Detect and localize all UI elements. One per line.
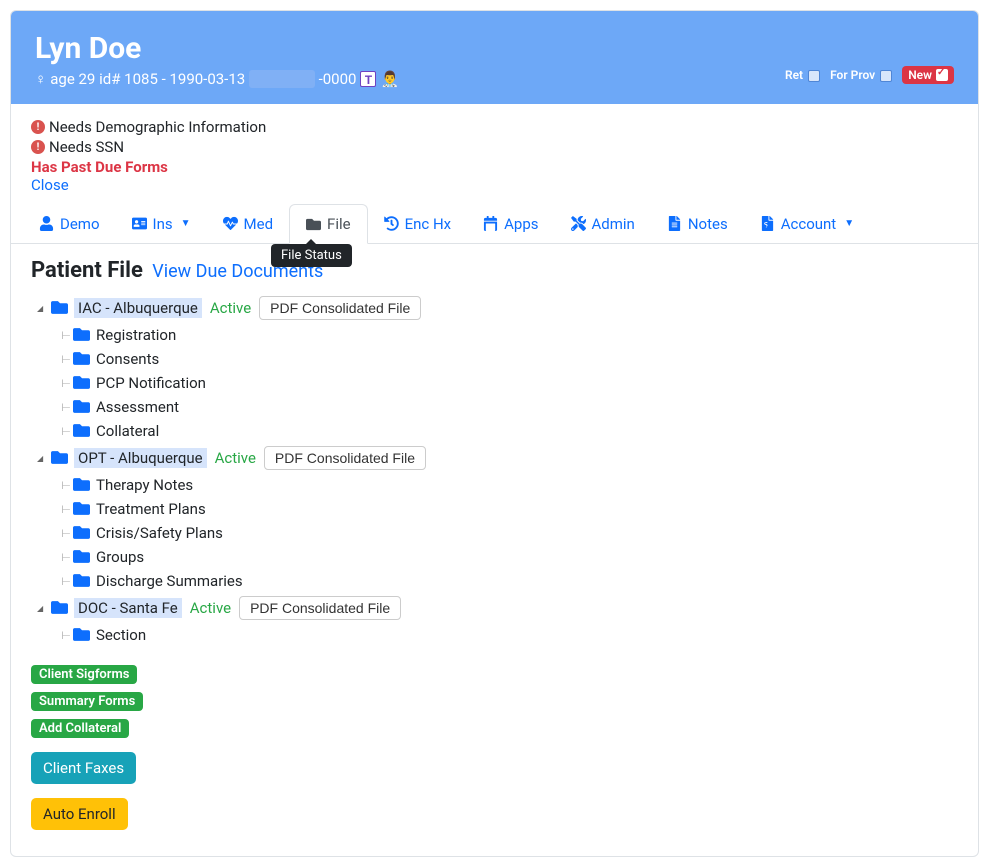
- tree-item[interactable]: ⊢Registration: [37, 323, 958, 347]
- user-icon: [39, 216, 54, 231]
- tab-demo[interactable]: Demo: [23, 204, 116, 243]
- id-card-icon: [132, 216, 147, 231]
- header-right: Ret For Prov New: [785, 66, 954, 88]
- client-sigforms-button[interactable]: Client Sigforms: [31, 665, 137, 684]
- folder-icon: [73, 626, 90, 644]
- calendar-icon: [483, 216, 498, 231]
- tree-item[interactable]: ⊢PCP Notification: [37, 371, 958, 395]
- folder-icon: [73, 548, 90, 566]
- t-icon[interactable]: T: [360, 71, 376, 87]
- folder-icon: [73, 326, 90, 344]
- heartbeat-icon: [223, 216, 238, 231]
- tabs: Demo Ins▼ Med File Enc Hx Apps Admin Not…: [11, 204, 978, 244]
- tree-root-opt[interactable]: ◢ OPT - Albuquerque Active PDF Consolida…: [37, 443, 958, 473]
- alert-demo: !Needs Demographic Information: [31, 118, 958, 136]
- tree-item[interactable]: ⊢Consents: [37, 347, 958, 371]
- status-active: Active: [215, 449, 256, 467]
- tab-apps[interactable]: Apps: [467, 204, 554, 243]
- ssn-redacted: xxx-xx: [249, 70, 314, 88]
- patient-card: Lyn Doe ♀ age 29 id# 1085 - 1990-03-13 x…: [10, 10, 979, 857]
- folder-icon: [73, 500, 90, 518]
- folder-icon: [73, 572, 90, 590]
- gender-icon: ♀: [35, 70, 46, 88]
- patient-meta: ♀ age 29 id# 1085 - 1990-03-13 xxx-xx -0…: [35, 70, 399, 88]
- tree-root-doc[interactable]: ◢ DOC - Santa Fe Active PDF Consolidated…: [37, 593, 958, 623]
- client-faxes-button[interactable]: Client Faxes: [31, 752, 136, 784]
- alert-icon: !: [31, 140, 45, 154]
- status-active: Active: [210, 299, 251, 317]
- file-icon: [667, 216, 682, 231]
- chevron-down-icon: ▼: [844, 218, 854, 229]
- folder-icon: [51, 599, 68, 617]
- tab-ins[interactable]: Ins▼: [116, 204, 207, 243]
- ret-checkbox[interactable]: [808, 70, 820, 82]
- folder-icon: [51, 299, 68, 317]
- tree-item[interactable]: ⊢Section: [37, 623, 958, 647]
- tab-enchx[interactable]: Enc Hx: [368, 204, 468, 243]
- tree-item[interactable]: ⊢Assessment: [37, 395, 958, 419]
- folder-icon: [73, 398, 90, 416]
- tree-root-iac[interactable]: ◢ IAC - Albuquerque Active PDF Consolida…: [37, 293, 958, 323]
- history-icon: [384, 216, 399, 231]
- status-active: Active: [190, 599, 231, 617]
- collapse-icon[interactable]: ◢: [37, 604, 51, 613]
- file-status-tooltip: File Status: [271, 244, 352, 267]
- collapse-icon[interactable]: ◢: [37, 454, 51, 463]
- tree-item[interactable]: ⊢Crisis/Safety Plans: [37, 521, 958, 545]
- meta-prefix: age 29 id# 1085 - 1990-03-13: [50, 70, 245, 88]
- card-body: !Needs Demographic Information !Needs SS…: [11, 104, 978, 856]
- folder-icon: [51, 449, 68, 467]
- new-badge[interactable]: New: [902, 66, 954, 84]
- section-title: Patient File View Due Documents: [31, 258, 958, 283]
- invoice-icon: [760, 216, 775, 231]
- alert-ssn: !Needs SSN: [31, 138, 958, 156]
- folder-icon: [73, 422, 90, 440]
- tab-account[interactable]: Account▼: [744, 204, 870, 243]
- header-left: Lyn Doe ♀ age 29 id# 1085 - 1990-03-13 x…: [35, 31, 399, 88]
- meta-suffix: -0000: [319, 70, 357, 88]
- pastdue-link[interactable]: Has Past Due Forms: [31, 158, 958, 176]
- tree-item[interactable]: ⊢Discharge Summaries: [37, 569, 958, 593]
- folder-icon: [306, 217, 321, 232]
- folder-icon: [73, 476, 90, 494]
- folder-icon: [73, 524, 90, 542]
- auto-enroll-button[interactable]: Auto Enroll: [31, 798, 128, 830]
- tree-item[interactable]: ⊢Collateral: [37, 419, 958, 443]
- tab-notes[interactable]: Notes: [651, 204, 744, 243]
- tab-med[interactable]: Med: [207, 204, 290, 243]
- forprov-label: For Prov: [830, 68, 892, 82]
- collapse-icon[interactable]: ◢: [37, 304, 51, 313]
- alerts: !Needs Demographic Information !Needs SS…: [31, 118, 958, 194]
- patient-name: Lyn Doe: [35, 31, 399, 66]
- tree-item[interactable]: ⊢Treatment Plans: [37, 497, 958, 521]
- pdf-consolidated-button[interactable]: PDF Consolidated File: [239, 596, 401, 620]
- person-icon[interactable]: 👨‍⚕️: [380, 70, 399, 88]
- file-tree: ◢ IAC - Albuquerque Active PDF Consolida…: [37, 293, 958, 647]
- tools-icon: [571, 216, 586, 231]
- patient-header: Lyn Doe ♀ age 29 id# 1085 - 1990-03-13 x…: [11, 11, 978, 104]
- summary-forms-button[interactable]: Summary Forms: [31, 692, 143, 711]
- close-link[interactable]: Close: [31, 176, 958, 194]
- folder-icon: [73, 374, 90, 392]
- tab-file[interactable]: File: [289, 204, 368, 244]
- folder-icon: [73, 350, 90, 368]
- pdf-consolidated-button[interactable]: PDF Consolidated File: [259, 296, 421, 320]
- chevron-down-icon: ▼: [181, 218, 191, 229]
- ret-label: Ret: [785, 68, 820, 82]
- forprov-checkbox[interactable]: [880, 70, 892, 82]
- tree-item[interactable]: ⊢Groups: [37, 545, 958, 569]
- add-collateral-button[interactable]: Add Collateral: [31, 719, 129, 738]
- alert-icon: !: [31, 120, 45, 134]
- tree-item[interactable]: ⊢Therapy Notes: [37, 473, 958, 497]
- pdf-consolidated-button[interactable]: PDF Consolidated File: [264, 446, 426, 470]
- tab-admin[interactable]: Admin: [555, 204, 651, 243]
